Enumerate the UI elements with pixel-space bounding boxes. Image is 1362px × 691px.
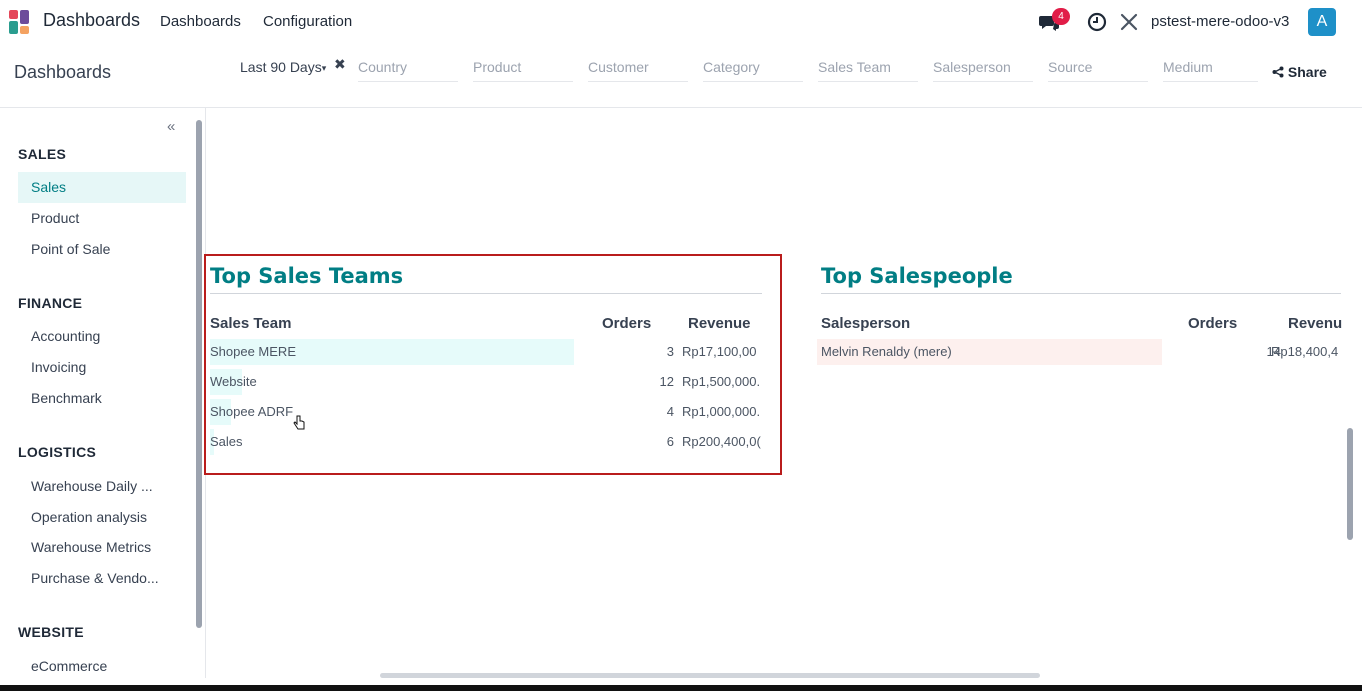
caret-down-icon: ▾: [321, 62, 327, 73]
control-panel: Dashboards Last 90 Days▾ ✖ Country Produ…: [0, 44, 1362, 108]
sidebar-item-accounting[interactable]: Accounting: [18, 321, 186, 352]
sidebar-item-sales[interactable]: Sales: [18, 172, 186, 203]
table-row[interactable]: Melvin Renaldy (mere) 14 Rp18,400,4: [817, 339, 1342, 365]
filter-period-label: Last 90 Days: [240, 59, 322, 75]
highlight-box: [204, 254, 782, 475]
top-salespeople-title: Top Salespeople: [821, 264, 1013, 288]
share-button[interactable]: Share: [1272, 64, 1327, 80]
logo-square-orange: [20, 26, 29, 34]
hand-pointer-icon: [293, 415, 305, 431]
sidebar-item-warehouse-metrics[interactable]: Warehouse Metrics: [18, 532, 186, 563]
filter-country[interactable]: Country: [358, 59, 458, 82]
screen-bottom-edge: [0, 685, 1362, 691]
sidebar-item-ecommerce[interactable]: eCommerce: [18, 651, 186, 682]
sidebar-item-point-of-sale[interactable]: Point of Sale: [18, 234, 186, 265]
section-sales: SALES: [18, 146, 67, 162]
sidebar-item-invoicing[interactable]: Invoicing: [18, 352, 186, 383]
filter-product[interactable]: Product: [473, 59, 573, 82]
share-icon: [1272, 64, 1288, 80]
filter-period[interactable]: Last 90 Days▾: [240, 59, 332, 81]
col-orders: Orders: [1188, 315, 1238, 332]
sidebar-item-benchmark[interactable]: Benchmark: [18, 383, 186, 414]
section-logistics: LOGISTICS: [18, 444, 97, 460]
filter-category[interactable]: Category: [703, 59, 803, 82]
logo-square-purple: [20, 10, 29, 24]
col-revenue: Revenu: [1288, 315, 1342, 332]
notification-badge: 4: [1052, 8, 1070, 25]
user-avatar[interactable]: A: [1308, 8, 1336, 36]
share-label: Share: [1287, 64, 1327, 80]
main-scrollbar[interactable]: [1347, 428, 1353, 540]
filter-medium[interactable]: Medium: [1163, 59, 1258, 82]
sidebar-item-purchase-vendor[interactable]: Purchase & Vendo...: [18, 563, 186, 594]
sidebar: « SALES Sales Product Point of Sale FINA…: [0, 108, 200, 683]
app-title[interactable]: Dashboards: [43, 10, 140, 31]
sidebar-scrollbar[interactable]: [196, 120, 202, 628]
tools-icon[interactable]: [1118, 11, 1140, 33]
sidebar-item-warehouse-daily[interactable]: Warehouse Daily ...: [18, 471, 186, 502]
collapse-sidebar-icon[interactable]: «: [167, 118, 175, 135]
sidebar-item-operation-analysis[interactable]: Operation analysis: [18, 502, 186, 533]
salesperson-revenue: Rp18,400,4: [1271, 344, 1339, 359]
sidebar-item-product[interactable]: Product: [18, 203, 186, 234]
filter-customer[interactable]: Customer: [588, 59, 688, 82]
filter-source[interactable]: Source: [1048, 59, 1148, 82]
breadcrumb: Dashboards: [14, 62, 112, 82]
top-navbar: Dashboards Dashboards Configuration 4 ps…: [0, 0, 1362, 44]
filter-sales-team[interactable]: Sales Team: [818, 59, 918, 82]
clear-filter-icon[interactable]: ✖: [334, 56, 346, 73]
col-salesperson: Salesperson: [821, 315, 911, 332]
company-switcher[interactable]: pstest-mere-odoo-v3: [1151, 13, 1289, 30]
top-salespeople-divider: [821, 293, 1341, 294]
menu-dashboards[interactable]: Dashboards: [160, 13, 241, 30]
clock-icon[interactable]: [1086, 11, 1108, 33]
salesperson-name: Melvin Renaldy (mere): [821, 344, 952, 359]
horizontal-scrollbar[interactable]: [380, 673, 1040, 678]
logo-square-teal: [9, 21, 18, 34]
menu-configuration[interactable]: Configuration: [263, 13, 352, 30]
section-finance: FINANCE: [18, 295, 83, 311]
section-website: WEBSITE: [18, 624, 84, 640]
filter-salesperson[interactable]: Salesperson: [933, 59, 1033, 82]
dashboards-app-icon[interactable]: [9, 10, 33, 34]
logo-square-red: [9, 10, 18, 19]
